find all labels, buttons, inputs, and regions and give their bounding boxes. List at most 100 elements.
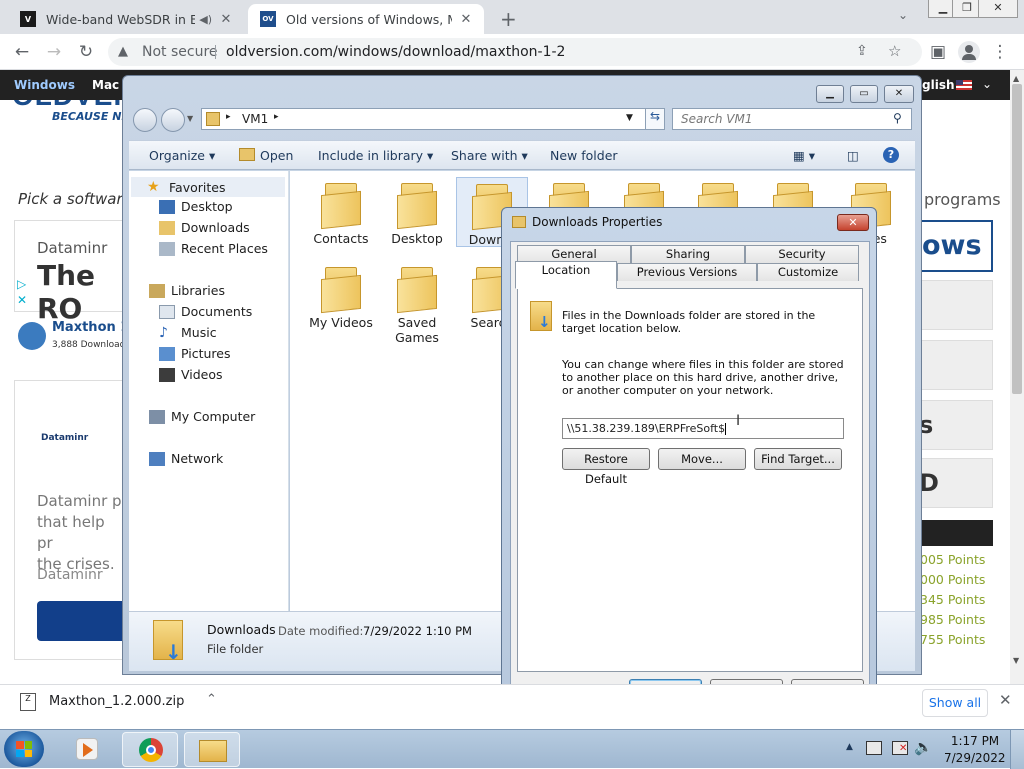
- nav-libraries[interactable]: Libraries: [149, 283, 225, 298]
- profile-avatar-icon[interactable]: [958, 41, 980, 63]
- new-tab-button[interactable]: +: [500, 7, 517, 31]
- find-target-button[interactable]: Find Target...: [754, 448, 842, 470]
- close-shelf-icon[interactable]: ✕: [999, 691, 1012, 709]
- breadcrumb-arrow-icon[interactable]: ▸: [226, 112, 231, 122]
- ad-box-bottom[interactable]: Dataminr Dataminr p that help pr the cri…: [14, 380, 125, 660]
- page-scrollbar[interactable]: ▲ ▼: [1010, 70, 1024, 684]
- folder-contacts[interactable]: Contacts: [305, 181, 377, 246]
- menu-icon[interactable]: ⋮: [990, 42, 1010, 62]
- tab-location[interactable]: Location: [515, 261, 617, 289]
- ad-cta-button[interactable]: [37, 601, 125, 641]
- scroll-up-icon[interactable]: ▲: [1013, 74, 1019, 83]
- back-icon[interactable]: ←: [12, 42, 32, 62]
- tab-oldversion[interactable]: OV Old versions of Windows, Mac ar ✕: [248, 4, 484, 34]
- nav-computer[interactable]: My Computer: [149, 409, 255, 424]
- folder-my-videos[interactable]: My Videos: [305, 265, 377, 330]
- close-window-button[interactable]: ✕: [978, 0, 1018, 18]
- nav-recent[interactable]: Recent Places: [159, 241, 268, 256]
- network-status-icon[interactable]: ✕: [892, 741, 908, 755]
- folder-saved-games[interactable]: Saved Games: [381, 265, 453, 345]
- forward-icon[interactable]: →: [44, 42, 64, 62]
- chevron-down-icon[interactable]: ⌄: [982, 77, 992, 91]
- breadcrumb-vm1[interactable]: VM1: [242, 112, 268, 126]
- refresh-icon[interactable]: ⇆: [645, 108, 665, 130]
- download-menu-chevron-icon[interactable]: ⌃: [206, 692, 217, 707]
- nav-network[interactable]: Network: [149, 451, 223, 466]
- reload-icon[interactable]: ↻: [76, 42, 96, 62]
- search-icon[interactable]: ⚲: [893, 111, 902, 125]
- share-with-button[interactable]: Share with ▾: [451, 148, 528, 163]
- download-filename[interactable]: Maxthon_1.2.000.zip: [49, 694, 184, 709]
- speaker-icon[interactable]: ◀): [199, 13, 212, 26]
- close-tab-icon[interactable]: ✕: [458, 12, 474, 27]
- share-icon[interactable]: ⇪: [856, 43, 868, 59]
- start-button[interactable]: [4, 731, 44, 767]
- view-options-icon[interactable]: ▦ ▾: [793, 148, 815, 163]
- product-name[interactable]: Maxthon 1: [52, 320, 129, 335]
- tab-sharing[interactable]: Sharing: [631, 245, 745, 263]
- clock-date[interactable]: 7/29/2022: [944, 751, 1006, 765]
- help-icon[interactable]: ?: [883, 147, 899, 163]
- show-desktop-button[interactable]: [1010, 730, 1024, 769]
- move-button[interactable]: Move...: [658, 448, 746, 470]
- scroll-thumb[interactable]: [1012, 84, 1022, 394]
- breadcrumb-arrow-icon[interactable]: ▸: [274, 112, 279, 122]
- side-button-2[interactable]: [918, 340, 993, 390]
- side-button-4[interactable]: D: [918, 458, 993, 508]
- ad-close-icon[interactable]: ✕: [17, 293, 27, 307]
- bookmark-star-icon[interactable]: ☆: [888, 42, 901, 60]
- security-label[interactable]: Not secure: [142, 44, 218, 60]
- nav-mac[interactable]: Mac: [92, 78, 119, 92]
- url-text[interactable]: oldversion.com/windows/download/maxthon-…: [226, 44, 565, 60]
- tab-search-icon[interactable]: ⌄: [898, 8, 908, 22]
- show-all-button[interactable]: Show all: [922, 689, 988, 717]
- folder-desktop[interactable]: Desktop: [381, 181, 453, 246]
- side-button-1[interactable]: [918, 280, 993, 330]
- volume-icon[interactable]: 🔈: [914, 738, 933, 756]
- tab-previous-versions[interactable]: Previous Versions: [617, 263, 757, 281]
- nav-pictures[interactable]: Pictures: [159, 346, 231, 361]
- explorer-minimize-button[interactable]: ▁: [816, 85, 844, 103]
- tab-customize[interactable]: Customize: [757, 263, 859, 281]
- explorer-close-button[interactable]: ✕: [884, 85, 914, 103]
- include-library-button[interactable]: Include in library ▾: [318, 148, 433, 163]
- new-folder-button[interactable]: New folder: [550, 148, 618, 163]
- explorer-maximize-button[interactable]: ▭: [850, 85, 878, 103]
- chrome-taskbar-button[interactable]: [122, 732, 178, 767]
- banner-box[interactable]: ows: [918, 220, 993, 272]
- restore-default-button[interactable]: Restore Default: [562, 448, 650, 486]
- side-button-3[interactable]: s: [918, 400, 993, 450]
- explorer-forward-button[interactable]: [161, 108, 185, 132]
- omnibox[interactable]: ▲ Not secure oldversion.com/windows/down…: [108, 38, 922, 66]
- nav-videos[interactable]: Videos: [159, 367, 223, 382]
- tab-websdr[interactable]: V Wide-band WebSDR in Ensc ◀) ✕: [8, 4, 244, 34]
- nav-downloads[interactable]: Downloads: [159, 220, 250, 235]
- scroll-down-icon[interactable]: ▼: [1013, 656, 1019, 665]
- preview-pane-icon[interactable]: ◫: [847, 148, 859, 163]
- organize-button[interactable]: Organize ▾: [149, 148, 215, 163]
- ad-box-top[interactable]: Dataminr The RO ▷ ✕: [14, 220, 124, 325]
- tray-expand-icon[interactable]: ▲: [846, 742, 853, 752]
- nav-windows[interactable]: Windows: [14, 78, 75, 92]
- breadcrumb[interactable]: ▸ VM1 ▸ ▼: [201, 108, 665, 130]
- explorer-search-input[interactable]: Search VM1: [672, 108, 912, 130]
- action-center-icon[interactable]: [866, 741, 882, 755]
- target-path-input[interactable]: \\51.38.239.189\ERPFreSoft$: [562, 418, 844, 439]
- nav-music[interactable]: ♪ Music: [159, 325, 217, 340]
- nav-desktop[interactable]: Desktop: [159, 199, 233, 214]
- nav-language[interactable]: glish: [922, 78, 955, 92]
- adchoices-icon[interactable]: ▷: [17, 277, 26, 291]
- explorer-back-button[interactable]: [133, 108, 157, 132]
- media-player-taskbar-button[interactable]: [58, 732, 114, 767]
- nav-documents[interactable]: Documents: [159, 304, 252, 319]
- open-button[interactable]: Open: [260, 148, 293, 163]
- side-panel-icon[interactable]: ▣: [928, 42, 948, 62]
- explorer-taskbar-button[interactable]: [184, 732, 240, 767]
- nav-favorites[interactable]: ★ Favorites: [131, 177, 285, 197]
- dialog-close-button[interactable]: ✕: [837, 214, 869, 231]
- history-chevron-icon[interactable]: ▼: [187, 114, 193, 123]
- warning-icon[interactable]: ▲: [118, 44, 128, 59]
- tab-security[interactable]: Security: [745, 245, 859, 263]
- address-dropdown-icon[interactable]: ▼: [626, 113, 633, 123]
- close-tab-icon[interactable]: ✕: [218, 12, 234, 27]
